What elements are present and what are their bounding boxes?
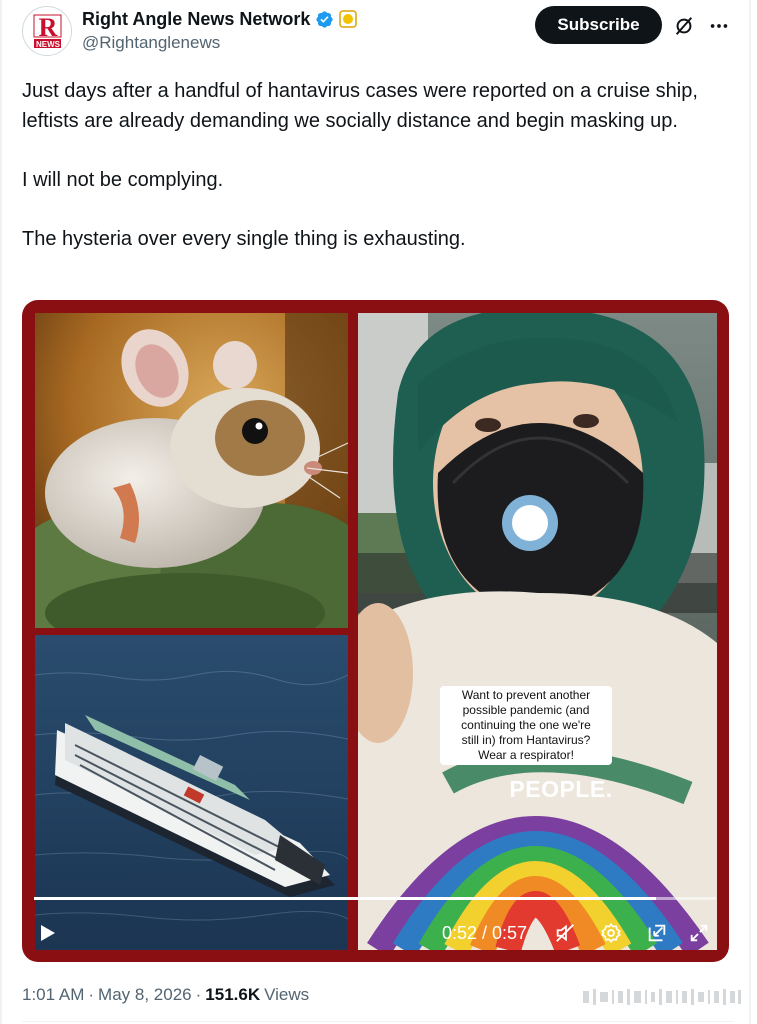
caption-line: still in) from Hantavirus? — [461, 733, 591, 747]
fullscreen-icon[interactable] — [688, 922, 710, 944]
play-icon[interactable] — [38, 923, 58, 943]
author-display-name[interactable]: Right Angle News Network — [82, 8, 310, 30]
tweet-meta: 1:01 AM · May 8, 2026 · 151.6K Views — [22, 985, 309, 1005]
views-label: Views — [264, 985, 310, 1004]
views-count: 151.6K — [205, 985, 261, 1004]
tweet-paragraph: Just days after a handful of hantavirus … — [22, 80, 698, 132]
grok-icon[interactable] — [673, 15, 695, 37]
caption-line: possible pandemic (and — [462, 703, 590, 717]
person-with-respirator-video-frame — [358, 313, 717, 950]
pip-icon[interactable] — [646, 922, 668, 944]
video-time: 0:52 / 0:57 — [442, 923, 528, 943]
tweet-text: Just days after a handful of hantavirus … — [22, 76, 734, 283]
meta-separator: · — [195, 985, 202, 1004]
video-progress-bar[interactable] — [34, 897, 716, 900]
video-caption-overlay: Want to prevent another possible pandemi… — [440, 686, 612, 765]
meta-separator: · — [88, 985, 95, 1004]
caption-line: Wear a respirator! — [478, 748, 574, 762]
verified-badge-icon — [316, 10, 333, 28]
video-progress-fill — [34, 897, 656, 900]
video-controls: 0:52 / 0:57 — [22, 915, 729, 953]
tweet-header: R NEWS Right Angle News Network @Rightan… — [22, 6, 734, 58]
author-display-name-row[interactable]: Right Angle News Network — [82, 8, 358, 30]
avatar-letter: R — [39, 13, 58, 42]
author-name-block: Right Angle News Network @Rightanglenews — [82, 8, 358, 53]
mask-text: PEOPLE. — [509, 776, 613, 802]
video-player[interactable]: PEOPLE. — [22, 300, 729, 962]
page-left-border — [0, 0, 2, 1024]
tweet-paragraph: The hysteria over every single thing is … — [22, 228, 466, 250]
tweet-date[interactable]: May 8, 2026 — [98, 985, 192, 1005]
more-icon[interactable] — [708, 15, 730, 37]
watermark-barcode-graphic — [583, 989, 741, 1005]
avatar-word: NEWS — [36, 40, 61, 49]
settings-icon[interactable] — [600, 922, 622, 944]
subscribe-button[interactable]: Subscribe — [535, 6, 662, 44]
author-handle[interactable]: @Rightanglenews — [82, 33, 357, 53]
author-avatar[interactable]: R NEWS — [22, 6, 72, 56]
gold-affiliate-badge-icon — [339, 10, 358, 28]
mouse-image — [35, 313, 348, 628]
caption-line: Want to prevent another — [461, 688, 591, 702]
tweet-paragraph: I will not be complying. — [22, 169, 224, 191]
tweet-timestamp[interactable]: 1:01 AM — [22, 985, 84, 1005]
cruise-ship-image — [35, 635, 348, 950]
bottom-divider — [22, 1021, 734, 1022]
caption-line: continuing the one we're — [461, 718, 591, 732]
page-right-border — [749, 0, 751, 1024]
mute-icon[interactable] — [554, 922, 576, 944]
